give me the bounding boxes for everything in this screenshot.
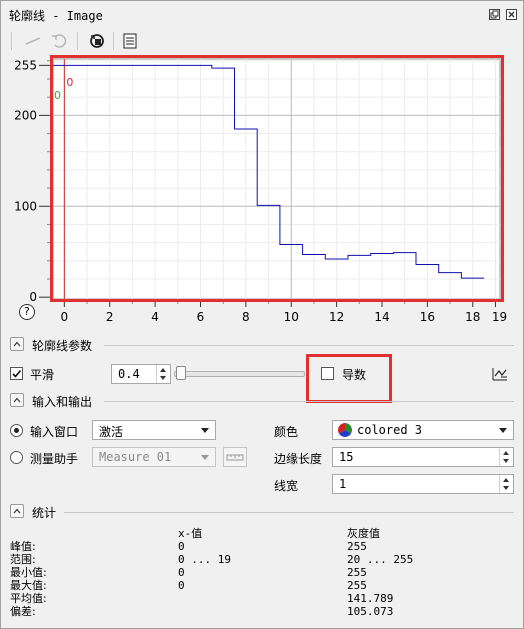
stats-row-gray: 20 ... 255: [347, 553, 414, 566]
section-title: 输入和输出: [32, 395, 93, 409]
x-tick-label: 2: [106, 310, 114, 324]
stats-row-label: 最小值:: [10, 566, 47, 579]
collapse-statistics-button[interactable]: [10, 504, 24, 518]
color-value: colored 3: [357, 423, 423, 437]
smooth-slider-thumb[interactable]: [176, 366, 187, 380]
x-tick-label: 12: [329, 310, 344, 324]
measure-combo[interactable]: Measure 01: [92, 447, 216, 467]
chevron-down-icon: [201, 455, 209, 460]
help-icon[interactable]: ?: [19, 304, 35, 320]
stats-row-gray: 255: [347, 566, 367, 579]
stats-row-label: 最大值:: [10, 579, 47, 592]
toolbar-separator: [11, 32, 12, 50]
stats-header-x: x-值: [178, 527, 203, 540]
line-width-spin-buttons[interactable]: [499, 475, 513, 493]
x-tick-label: 8: [242, 310, 250, 324]
stats-row-label: 峰值:: [10, 540, 36, 553]
collapse-profile-params-button[interactable]: [10, 337, 24, 351]
measure-value: Measure 01: [99, 450, 172, 464]
undo-icon[interactable]: [49, 31, 69, 51]
x-tick-label: 10: [284, 310, 299, 324]
section-profile-params: 轮廓线参数: [8, 336, 516, 354]
section-divider: [104, 345, 514, 346]
title-bar: 轮廓线 - Image: [1, 1, 523, 27]
stats-header-gray: 灰度值: [347, 527, 380, 540]
stats-row-x: 0: [178, 540, 185, 553]
x-tick-label: 19: [492, 310, 507, 324]
collapse-input-output-button[interactable]: [10, 393, 24, 407]
x-tick-label: 18: [465, 310, 480, 324]
stats-row-label: 范围:: [10, 553, 36, 566]
input-window-value: 激活: [99, 425, 124, 439]
y-tick-label: 255: [14, 58, 37, 72]
stats-row-label: 平均值:: [10, 592, 47, 605]
y-tick-label: 200: [14, 108, 37, 122]
input-window-radio[interactable]: [10, 424, 23, 437]
derivative-checkbox[interactable]: [321, 367, 334, 380]
stats-row-gray: 255: [347, 579, 367, 592]
section-input-output: 输入和输出: [8, 392, 516, 410]
window-title: 轮廓线 - Image: [9, 9, 103, 23]
section-title: 轮廓线参数: [32, 339, 93, 353]
x-tick-label: 4: [151, 310, 159, 324]
stats-row-x: 0 ... 19: [178, 553, 231, 566]
color-label: 颜色: [274, 425, 299, 439]
chart-settings-icon[interactable]: [490, 364, 510, 384]
smooth-checkbox[interactable]: [10, 367, 23, 380]
line-width-value: 1: [339, 477, 347, 491]
highlight-box-chart: [50, 55, 504, 302]
stats-row-gray: 255: [347, 540, 367, 553]
section-divider: [104, 401, 514, 402]
toolbar-separator: [77, 32, 78, 50]
ruler-icon[interactable]: [223, 447, 247, 467]
stats-row-gray: 105.073: [347, 605, 394, 618]
edge-length-value: 15: [339, 450, 354, 464]
edge-length-label: 边缘长度: [274, 452, 323, 466]
measure-helper-radio[interactable]: [10, 451, 23, 464]
color-combo[interactable]: colored 3: [332, 420, 514, 440]
section-statistics: 统计: [8, 503, 516, 521]
x-tick-label: 6: [197, 310, 205, 324]
close-icon[interactable]: [506, 9, 517, 20]
smooth-slider-track[interactable]: [174, 371, 305, 377]
stats-row-x: 0: [178, 566, 185, 579]
y-tick-label: 0: [29, 290, 37, 304]
smooth-value: 0.4: [118, 367, 140, 381]
stats-row-x: 0: [178, 579, 185, 592]
restore-icon[interactable]: [489, 9, 500, 20]
derivative-label: 导数: [342, 368, 367, 382]
smooth-spin-buttons[interactable]: [156, 365, 170, 383]
x-tick-label: 0: [61, 310, 69, 324]
smooth-label: 平滑: [30, 368, 55, 382]
line-width-spinbox[interactable]: 1: [332, 474, 514, 494]
smooth-spinbox[interactable]: 0.4: [111, 364, 171, 384]
input-window-combo[interactable]: 激活: [92, 420, 216, 440]
stats-row-label: 偏差:: [10, 605, 36, 618]
x-tick-label: 16: [420, 310, 435, 324]
section-divider: [64, 512, 514, 513]
line-width-label: 线宽: [274, 479, 299, 493]
reset-view-icon[interactable]: [87, 31, 107, 51]
stats-row-gray: 141.789: [347, 592, 394, 605]
line-tool-icon[interactable]: [23, 31, 43, 51]
section-title: 统计: [32, 506, 57, 520]
measure-helper-label: 测量助手: [30, 452, 79, 466]
edge-length-spinbox[interactable]: 15: [332, 447, 514, 467]
list-icon[interactable]: [120, 31, 140, 51]
color-wheel-icon: [338, 423, 352, 437]
toolbar: [1, 28, 523, 54]
toolbar-separator: [113, 32, 114, 50]
chevron-down-icon: [201, 428, 209, 433]
chevron-down-icon: [499, 428, 507, 433]
edge-length-spin-buttons[interactable]: [499, 448, 513, 466]
x-tick-label: 14: [374, 310, 389, 324]
y-tick-label: 100: [14, 199, 37, 213]
input-window-label: 输入窗口: [30, 425, 79, 439]
